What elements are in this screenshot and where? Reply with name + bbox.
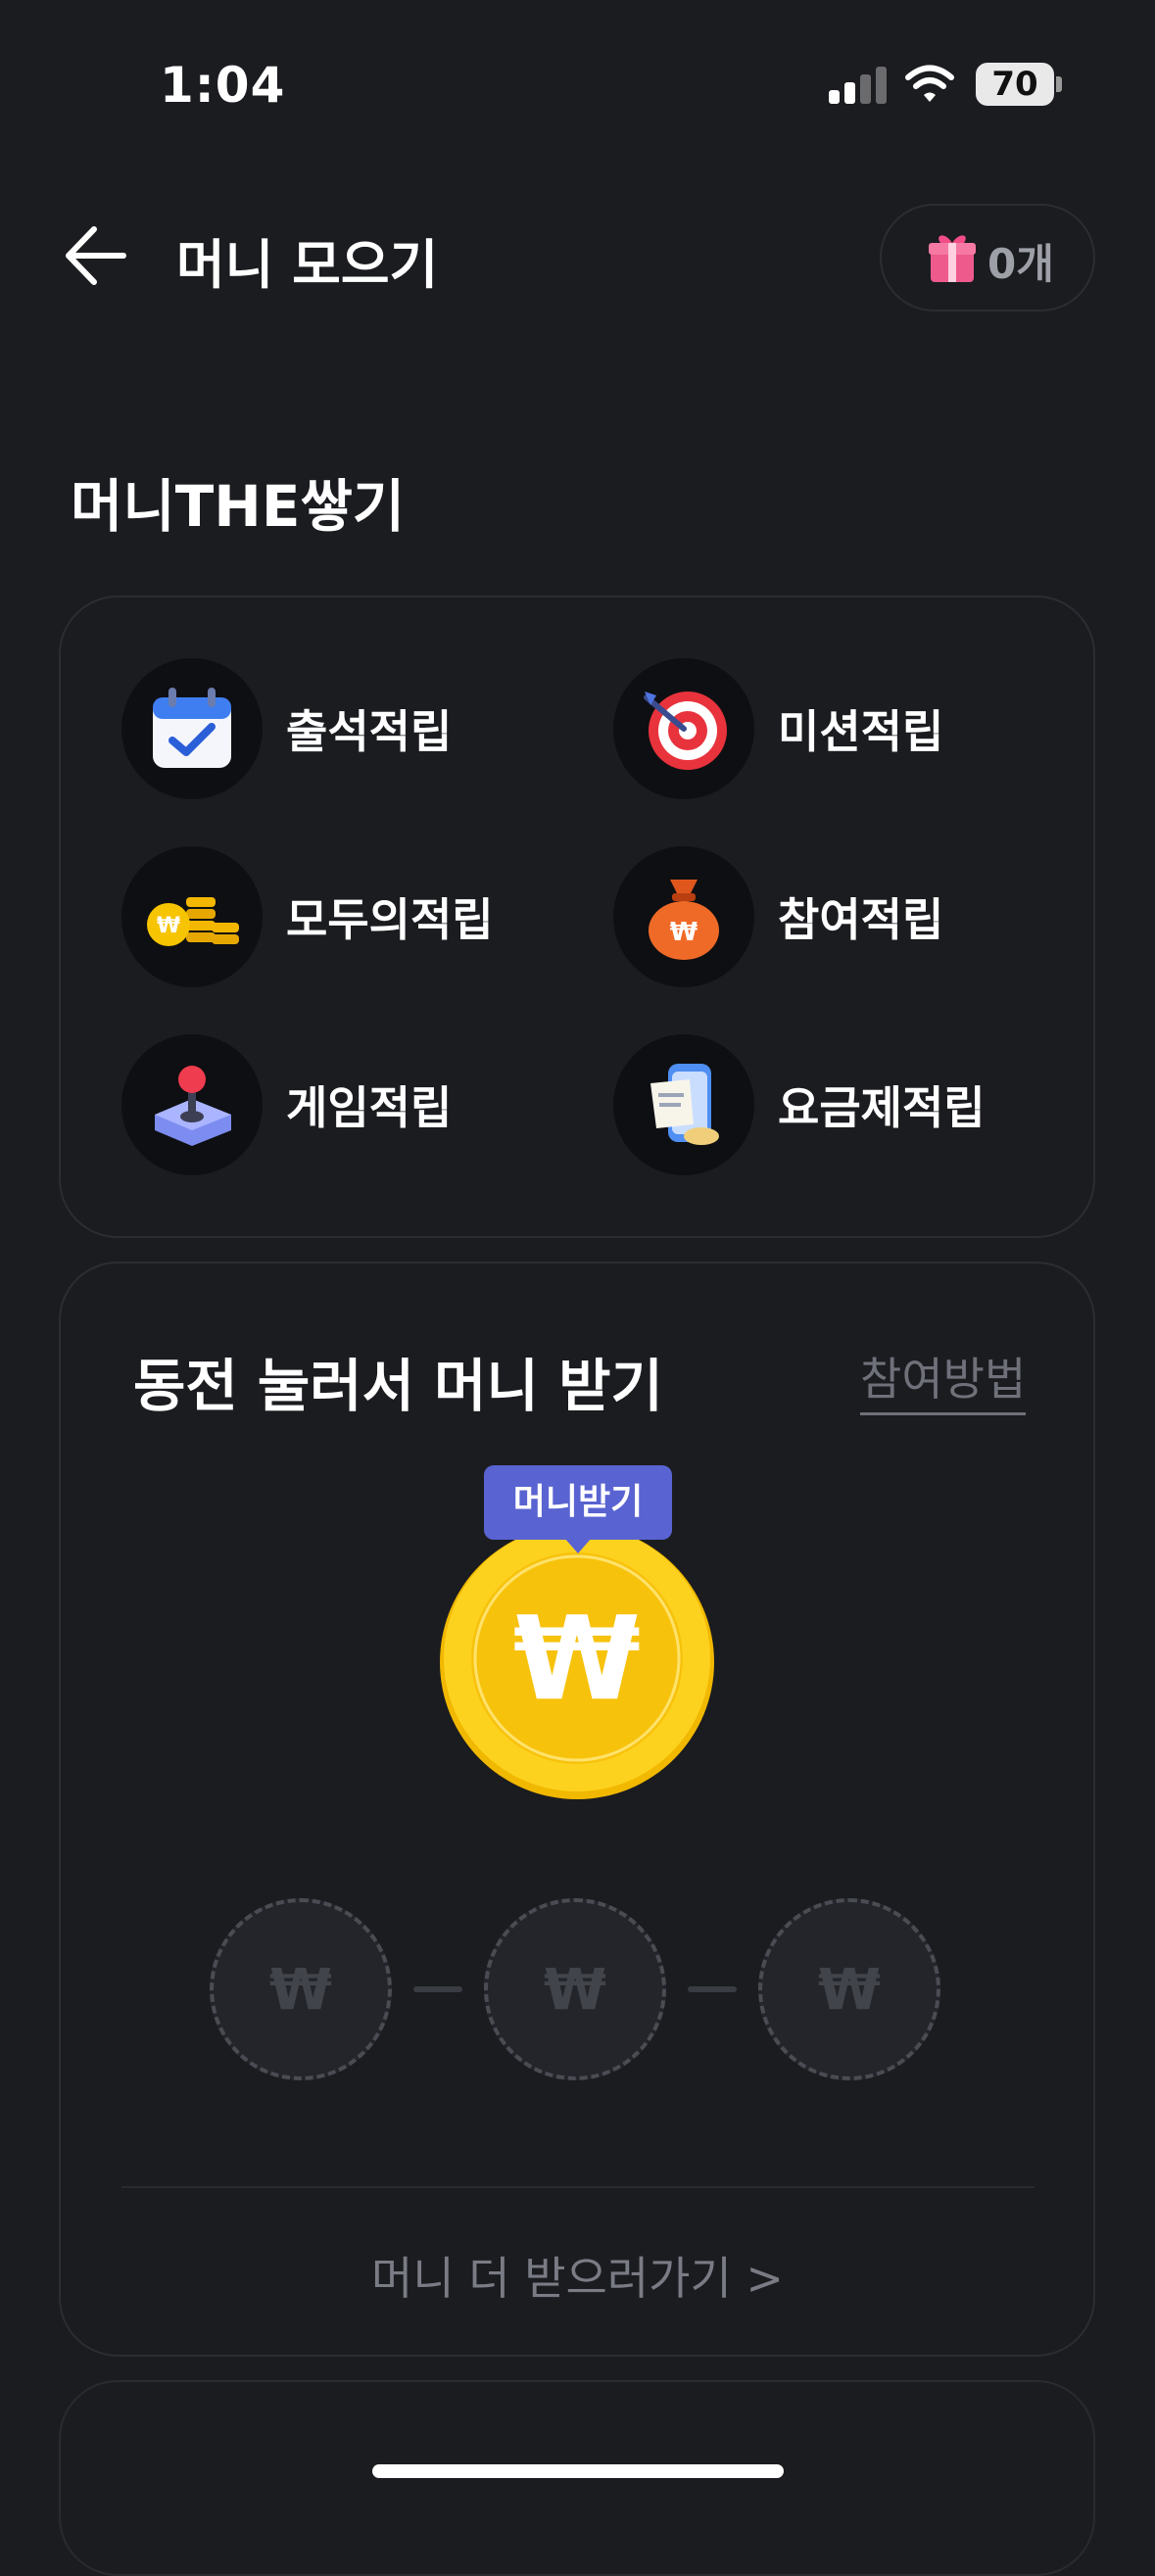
battery-cap <box>1056 76 1062 92</box>
earn-item-attendance[interactable]: 출석적립 <box>121 658 452 799</box>
next-card-partial <box>59 2380 1095 2576</box>
earn-item-game[interactable]: 게임적립 <box>121 1034 452 1175</box>
battery-indicator: 70 <box>976 63 1054 106</box>
svg-text:₩: ₩ <box>157 914 180 938</box>
back-arrow-icon[interactable] <box>61 223 129 288</box>
earn-item-plan[interactable]: 요금제적립 <box>613 1034 986 1175</box>
joystick-icon <box>121 1034 263 1175</box>
earn-item-label: 미션적립 <box>778 705 944 758</box>
coin-slot-row: ₩ ₩ ₩ <box>210 1898 940 2080</box>
earn-item-label: 요금제적립 <box>778 1081 986 1134</box>
status-time: 1:04 <box>160 57 286 114</box>
coin-section-title: 동전 눌러서 머니 받기 <box>133 1353 663 1419</box>
earn-item-label: 모두의적립 <box>286 893 494 946</box>
tooltip-arrow <box>564 1538 592 1553</box>
coin-stack-icon: ₩ <box>121 846 263 987</box>
earn-item-mission[interactable]: 미션적립 <box>613 658 943 799</box>
calendar-check-icon <box>121 658 263 799</box>
signal-icon <box>829 67 888 104</box>
section-title: 머니THE쌓기 <box>71 473 406 540</box>
coin-slot: ₩ <box>758 1898 940 2080</box>
svg-text:₩: ₩ <box>513 1591 641 1726</box>
wifi-icon <box>905 65 954 102</box>
coin-slot: ₩ <box>484 1898 666 2080</box>
gift-icon <box>929 235 976 282</box>
gift-count: 0개 <box>987 240 1054 288</box>
how-to-participate-link[interactable]: 참여방법 <box>860 1344 1027 1415</box>
earn-item-label: 게임적립 <box>286 1081 453 1134</box>
earn-item-everyone[interactable]: ₩ 모두의적립 <box>121 846 494 987</box>
money-bag-icon: ₩ <box>613 846 754 987</box>
divider <box>121 2186 1035 2188</box>
slot-connector <box>413 1986 462 1992</box>
phone-receipt-icon <box>613 1034 754 1175</box>
earn-item-participate[interactable]: ₩ 참여적립 <box>613 846 943 987</box>
won-coin-button[interactable]: ₩ <box>437 1522 717 1802</box>
receive-money-tooltip: 머니받기 <box>484 1465 672 1540</box>
svg-text:₩: ₩ <box>670 918 698 947</box>
home-indicator <box>372 2464 784 2478</box>
target-dart-icon <box>613 658 754 799</box>
earn-item-label: 참여적립 <box>778 893 944 946</box>
coin-reward-card <box>59 1262 1095 2357</box>
coin-slot: ₩ <box>210 1898 392 2080</box>
slot-connector <box>688 1986 737 1992</box>
earn-item-label: 출석적립 <box>286 705 453 758</box>
get-more-money-link[interactable]: 머니 더 받으러가기 > <box>0 2243 1155 2308</box>
page-title: 머니 모으기 <box>176 234 439 296</box>
